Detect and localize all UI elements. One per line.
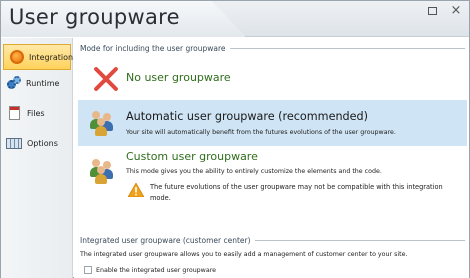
option-title: Custom user groupware xyxy=(126,150,258,163)
mode-section-title: Mode for including the user groupware xyxy=(80,44,465,53)
file-icon xyxy=(9,106,20,120)
gears-icon xyxy=(7,76,21,90)
integrated-description: The integrated user groupware allows you… xyxy=(80,251,408,258)
option-title: Automatic user groupware (recommended) xyxy=(126,110,368,123)
sidebar: Integration Runtime Files Options xyxy=(1,38,73,278)
section-title-text: Integrated user groupware (customer cent… xyxy=(80,236,251,245)
divider xyxy=(229,48,465,49)
sidebar-item-files[interactable]: Files xyxy=(1,100,73,126)
enable-integrated-label[interactable]: Enable the integrated user groupware xyxy=(96,267,216,274)
warning-icon xyxy=(127,182,145,198)
sidebar-item-label: Files xyxy=(27,108,45,118)
section-title-text: Mode for including the user groupware xyxy=(80,44,226,53)
options-icon xyxy=(6,137,22,149)
users-group-icon xyxy=(88,110,116,136)
option-custom-groupware[interactable]: Custom user groupware This mode gives yo… xyxy=(78,146,467,228)
warning-text-line1: The future evolutions of the user groupw… xyxy=(150,183,443,191)
option-automatic-groupware[interactable]: Automatic user groupware (recommended) Y… xyxy=(78,100,467,146)
title-bar: User groupware × xyxy=(1,1,469,37)
sidebar-item-runtime[interactable]: Runtime xyxy=(1,70,73,96)
enable-integrated-checkbox[interactable] xyxy=(84,266,92,274)
close-button[interactable]: × xyxy=(445,3,467,19)
app-window: User groupware × Integration Runtime Fil… xyxy=(0,0,470,278)
sidebar-item-label: Options xyxy=(27,138,58,148)
maximize-button[interactable] xyxy=(421,3,443,19)
sidebar-item-label: Integration xyxy=(29,52,74,62)
sidebar-item-label: Runtime xyxy=(26,78,60,88)
sidebar-item-options[interactable]: Options xyxy=(1,130,73,156)
integration-icon xyxy=(10,50,24,64)
sidebar-item-integration[interactable]: Integration xyxy=(3,44,74,70)
integrated-section-title: Integrated user groupware (customer cent… xyxy=(80,236,465,245)
option-no-groupware[interactable]: No user groupware xyxy=(78,58,467,100)
users-group-icon xyxy=(88,158,116,184)
warning-text-line2: mode. xyxy=(150,194,171,202)
option-title: No user groupware xyxy=(126,71,231,84)
main-panel: Mode for including the user groupware No… xyxy=(74,38,469,278)
window-title: User groupware xyxy=(9,5,180,29)
option-description: This mode gives you the ability to entir… xyxy=(126,168,382,175)
red-x-icon xyxy=(92,65,120,93)
maximize-icon xyxy=(427,6,437,15)
divider xyxy=(254,240,465,241)
option-description: Your site will automatically benefit fro… xyxy=(126,129,396,136)
